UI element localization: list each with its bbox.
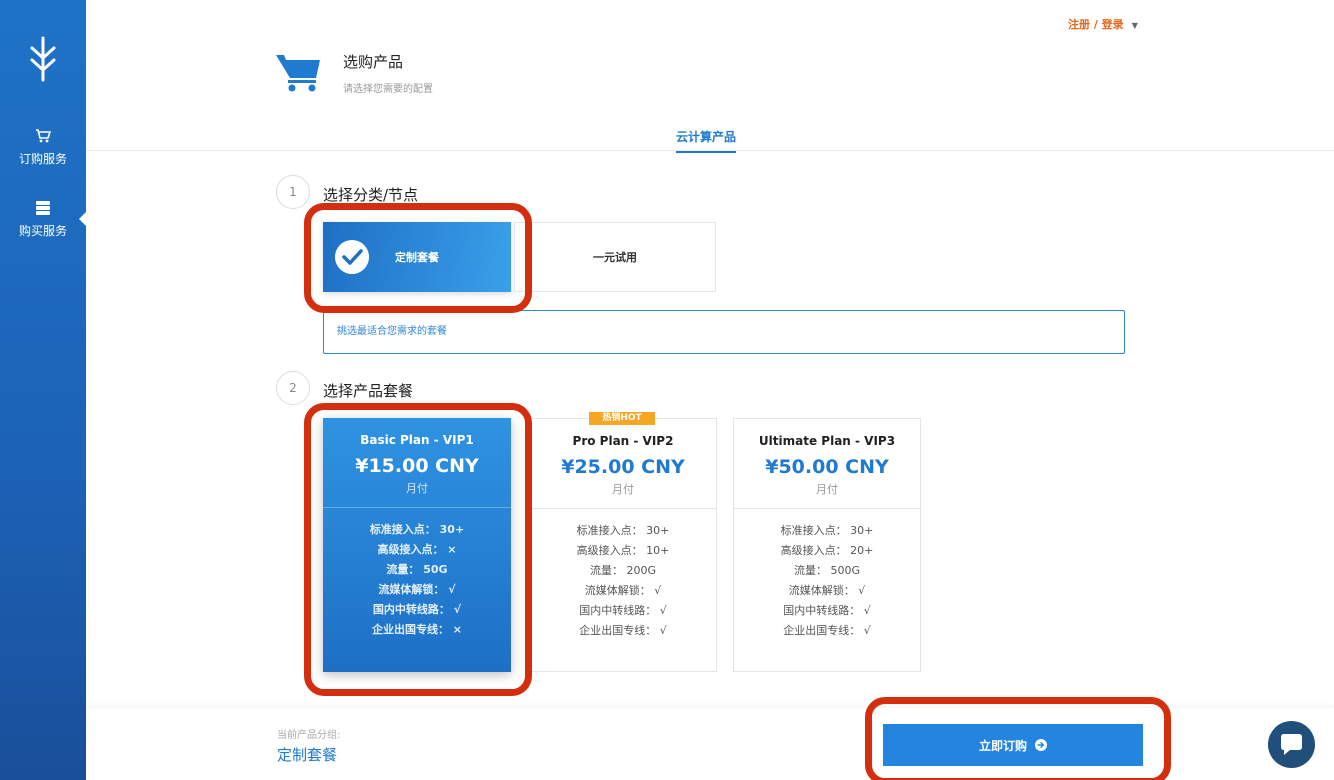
sidebar-item-label: 购买服务	[18, 224, 67, 238]
hot-badge: 热销HOT	[589, 412, 655, 425]
footer-bar	[86, 708, 1334, 780]
tab-divider	[86, 150, 1334, 151]
step-title: 选择产品套餐	[323, 382, 414, 400]
feature-item: 国内中转线路： √	[372, 603, 462, 616]
feature-item: 高级接入点： 20+	[780, 544, 874, 557]
plan-price: ¥50.00 CNY	[765, 456, 889, 478]
feature-item: 高级接入点： 10+	[576, 544, 670, 557]
plan-period: 月付	[406, 482, 428, 495]
sidebar: 订购服务 购买服务	[0, 0, 86, 780]
arrow-right-circle-icon	[1035, 739, 1047, 751]
plan-divider	[734, 508, 920, 509]
step-number: 1	[276, 175, 310, 209]
plan-name: Basic Plan - VIP1	[360, 433, 474, 447]
plan-divider	[530, 508, 716, 509]
feature-item: 流量： 50G	[386, 563, 448, 576]
current-group-label: 当前产品分组:	[277, 730, 341, 741]
logo-icon[interactable]	[26, 36, 60, 82]
feature-item: 标准接入点： 30+	[576, 524, 670, 537]
sidebar-item-orders[interactable]: 订购服务	[0, 128, 86, 167]
shopping-cart-icon	[276, 55, 320, 92]
plan-features: 标准接入点： 30+ 高级接入点： 20+ 流量： 500G 流媒体解锁： √ …	[734, 523, 920, 643]
category-custom-package[interactable]: 定制套餐	[323, 222, 511, 292]
step-number: 2	[276, 371, 310, 405]
plan-name: Pro Plan - VIP2	[572, 434, 674, 448]
cart-icon	[36, 129, 51, 143]
feature-item: 国内中转线路： √	[579, 604, 667, 617]
page-subtitle: 请选择您需要的配置	[343, 84, 433, 95]
chat-bubble-icon	[1281, 734, 1302, 755]
plan-card-ultimate[interactable]: Ultimate Plan - VIP3 ¥50.00 CNY 月付 标准接入点…	[733, 418, 921, 672]
category-one-yuan-trial[interactable]: 一元试用	[514, 222, 716, 292]
plan-divider	[323, 507, 511, 508]
order-now-button[interactable]: 立即订购	[883, 724, 1143, 766]
feature-item: 国内中转线路： √	[783, 604, 871, 617]
login-link[interactable]: 注册 / 登录 ▼	[1068, 16, 1138, 32]
plan-features: 标准接入点： 30+ 高级接入点： × 流量： 50G 流媒体解锁： √ 国内中…	[323, 522, 511, 642]
plan-features: 标准接入点： 30+ 高级接入点： 10+ 流量： 200G 流媒体解锁： √ …	[530, 523, 716, 643]
category-label: 一元试用	[593, 251, 637, 264]
category-description: 挑选最适合您需求的套餐	[323, 310, 1125, 354]
feature-item: 高级接入点： ×	[377, 543, 457, 556]
order-button-label: 立即订购	[978, 738, 1027, 753]
feature-item: 标准接入点： 30+	[780, 524, 874, 537]
feature-item: 流量： 500G	[793, 564, 861, 577]
feature-item: 企业出国专线： √	[783, 624, 871, 637]
list-icon	[36, 201, 50, 215]
feature-item: 企业出国专线： ×	[371, 623, 463, 636]
page-title: 选购产品	[343, 53, 404, 71]
feature-item: 企业出国专线： √	[579, 624, 667, 637]
feature-item: 流量： 200G	[589, 564, 657, 577]
feature-item: 流媒体解锁： √	[584, 584, 662, 597]
current-group-value: 定制套餐	[277, 746, 338, 764]
feature-item: 流媒体解锁： √	[378, 583, 456, 596]
sidebar-item-buy[interactable]: 购买服务	[0, 200, 86, 239]
active-indicator	[79, 212, 86, 226]
check-circle-icon	[335, 240, 369, 274]
sidebar-item-label: 订购服务	[18, 152, 67, 166]
feature-item: 流媒体解锁： √	[788, 584, 866, 597]
feature-item: 标准接入点： 30+	[369, 523, 465, 536]
category-label: 定制套餐	[395, 251, 439, 264]
step-title: 选择分类/节点	[323, 186, 419, 204]
plan-price: ¥15.00 CNY	[355, 455, 479, 477]
plan-name: Ultimate Plan - VIP3	[758, 434, 896, 448]
plan-card-pro[interactable]: Pro Plan - VIP2 ¥25.00 CNY 月付 标准接入点： 30+…	[529, 418, 717, 672]
plan-period: 月付	[816, 483, 838, 496]
chat-button[interactable]	[1268, 721, 1315, 768]
caret-down-icon: ▼	[1131, 21, 1138, 30]
plan-card-basic[interactable]: Basic Plan - VIP1 ¥15.00 CNY 月付 标准接入点： 3…	[323, 418, 511, 672]
plan-price: ¥25.00 CNY	[561, 456, 685, 478]
login-link-label: 注册 / 登录	[1068, 18, 1124, 31]
plan-period: 月付	[612, 483, 634, 496]
